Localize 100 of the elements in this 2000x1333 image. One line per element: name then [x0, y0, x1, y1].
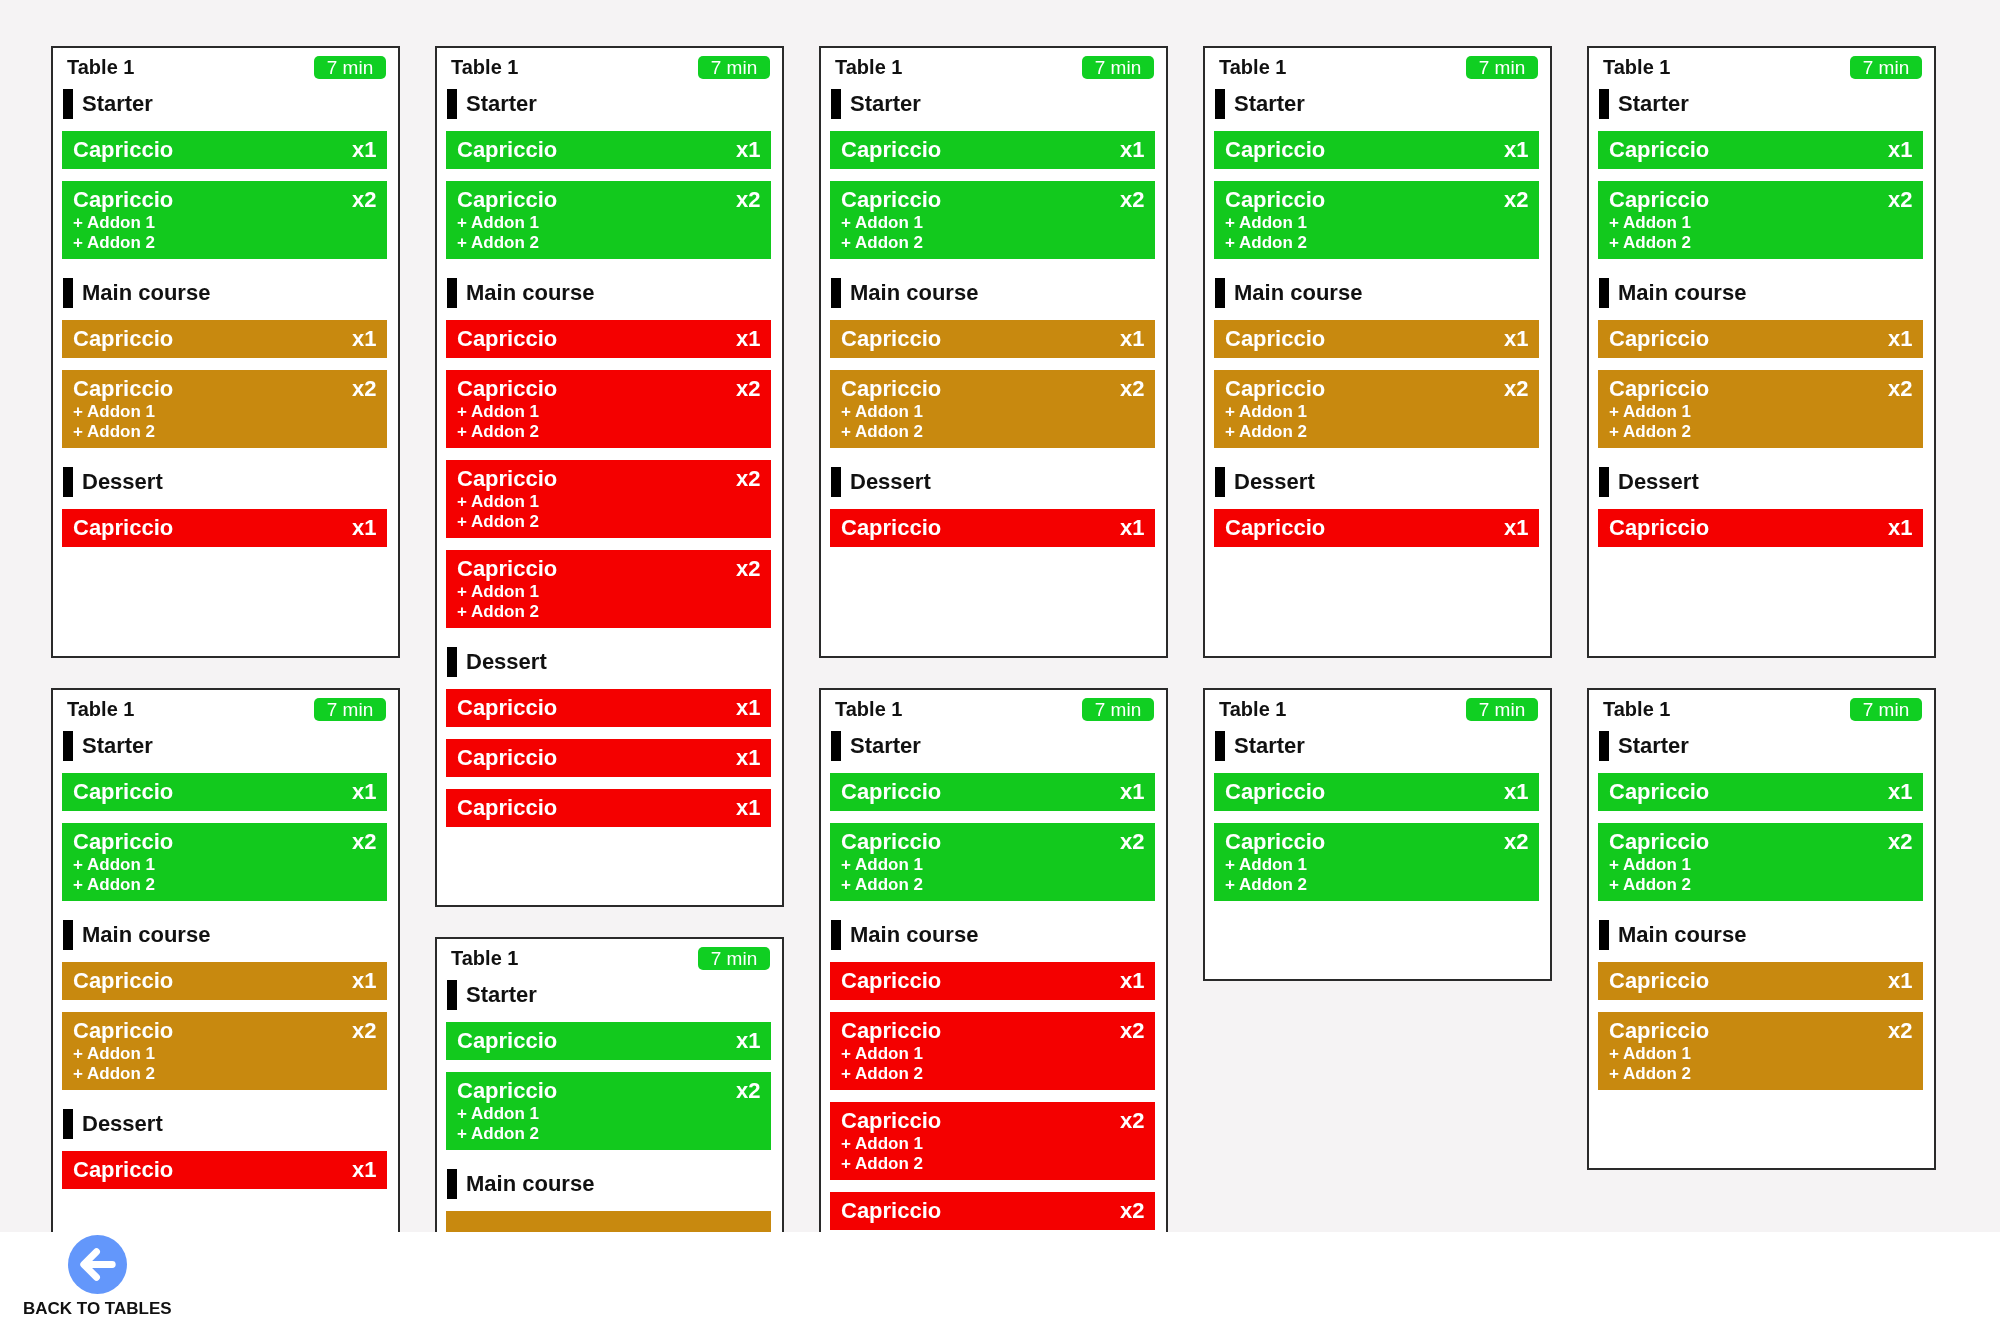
item-addon: + Addon 1	[841, 1044, 923, 1064]
section-title: Starter	[82, 91, 153, 117]
item-addon: + Addon 1	[1609, 402, 1691, 422]
item-quantity: x1	[1504, 136, 1530, 163]
item-quantity: x1	[352, 967, 378, 994]
section-marker-icon	[63, 1109, 73, 1139]
item-quantity: x1	[1888, 325, 1914, 352]
section-marker-icon	[1599, 278, 1609, 308]
item-addon: + Addon 2	[1609, 1064, 1691, 1084]
section-title: Starter	[466, 982, 537, 1008]
item-addon: + Addon 1	[1609, 213, 1691, 233]
section-marker-icon	[447, 647, 457, 677]
item-addon: + Addon 2	[841, 1154, 923, 1174]
item-name: Capriccio	[1225, 186, 1326, 213]
item-quantity: x1	[1888, 778, 1914, 805]
item-addon: + Addon 2	[457, 512, 539, 532]
ticket-title: Table 1	[1603, 698, 1671, 721]
item-name: Capriccio	[1225, 828, 1326, 855]
timer-badge: 7 min	[1466, 56, 1538, 79]
item-addon: + Addon 2	[73, 875, 155, 895]
item-name: Capriccio	[457, 375, 558, 402]
back-button[interactable]: BACK TO TABLES	[23, 1235, 172, 1319]
item-addon: + Addon 2	[841, 233, 923, 253]
section-title: Dessert	[82, 469, 163, 495]
section-title: Dessert	[82, 1111, 163, 1137]
item-quantity: x2	[352, 375, 378, 402]
timer-badge: 7 min	[1082, 56, 1154, 79]
ticket-title: Table 1	[67, 56, 135, 79]
item-name: Capriccio	[841, 1107, 942, 1134]
item-quantity: x2	[1120, 375, 1146, 402]
ticket-title: Table 1	[1603, 56, 1671, 79]
item-addon: + Addon 2	[1609, 233, 1691, 253]
item-addon: + Addon 1	[457, 582, 539, 602]
item-name: Capriccio	[841, 514, 942, 541]
item-name: Capriccio	[841, 778, 942, 805]
section-title: Main course	[850, 922, 979, 948]
section-marker-icon	[447, 980, 457, 1010]
item-addon: + Addon 1	[841, 855, 923, 875]
section-marker-icon	[447, 278, 457, 308]
timer-badge: 7 min	[1850, 698, 1922, 721]
section-marker-icon	[831, 278, 841, 308]
timer-badge: 7 min	[698, 56, 770, 79]
item-addon: + Addon 1	[457, 492, 539, 512]
item-quantity: x1	[1120, 136, 1146, 163]
section-marker-icon	[831, 89, 841, 119]
item-name: Capriccio	[73, 375, 174, 402]
item-addon: + Addon 2	[73, 422, 155, 442]
item-name: Capriccio	[1609, 375, 1710, 402]
item-quantity: x2	[736, 375, 762, 402]
section-marker-icon	[63, 89, 73, 119]
item-name: Capriccio	[457, 694, 558, 721]
item-quantity: x2	[352, 828, 378, 855]
item-quantity: x2	[736, 465, 762, 492]
item-name: Capriccio	[1609, 136, 1710, 163]
item-quantity: x1	[1888, 136, 1914, 163]
section-marker-icon	[63, 278, 73, 308]
section-title: Starter	[1618, 733, 1689, 759]
section-title: Starter	[82, 733, 153, 759]
section-title: Dessert	[466, 649, 547, 675]
item-quantity: x1	[736, 744, 762, 771]
section-marker-icon	[831, 731, 841, 761]
item-addon: + Addon 1	[457, 1104, 539, 1124]
item-quantity: x1	[352, 514, 378, 541]
item-quantity: x1	[1888, 967, 1914, 994]
item-quantity: x1	[736, 136, 762, 163]
item-quantity: x2	[1120, 1197, 1146, 1224]
item-quantity: x2	[1120, 1107, 1146, 1134]
item-addon: + Addon 1	[73, 1044, 155, 1064]
item-name: Capriccio	[457, 1077, 558, 1104]
item-quantity: x1	[352, 1156, 378, 1183]
item-name: Capriccio	[841, 967, 942, 994]
section-marker-icon	[831, 920, 841, 950]
item-name: Capriccio	[1609, 967, 1710, 994]
item-quantity: x1	[1504, 514, 1530, 541]
item-addon: + Addon 1	[1609, 855, 1691, 875]
section-marker-icon	[1599, 731, 1609, 761]
item-quantity: x2	[1888, 375, 1914, 402]
timer-badge: 7 min	[1466, 698, 1538, 721]
item-name: Capriccio	[73, 186, 174, 213]
section-marker-icon	[447, 89, 457, 119]
item-addon: + Addon 1	[1225, 213, 1307, 233]
ticket-title: Table 1	[451, 56, 519, 79]
section-marker-icon	[1599, 89, 1609, 119]
item-quantity: x2	[1120, 186, 1146, 213]
item-name: Capriccio	[1609, 186, 1710, 213]
item-name: Capriccio	[73, 136, 174, 163]
section-marker-icon	[63, 731, 73, 761]
item-addon: + Addon 2	[841, 875, 923, 895]
item-addon: + Addon 1	[73, 402, 155, 422]
item-name: Capriccio	[73, 828, 174, 855]
timer-badge: 7 min	[1850, 56, 1922, 79]
item-name: Capriccio	[1225, 136, 1326, 163]
item-name: Capriccio	[73, 967, 174, 994]
item-name: Capriccio	[457, 465, 558, 492]
item-name: Capriccio	[73, 1156, 174, 1183]
item-name: Capriccio	[457, 325, 558, 352]
item-name: Capriccio	[841, 325, 942, 352]
item-addon: + Addon 1	[73, 855, 155, 875]
item-name: Capriccio	[457, 1027, 558, 1054]
item-addon: + Addon 2	[457, 422, 539, 442]
